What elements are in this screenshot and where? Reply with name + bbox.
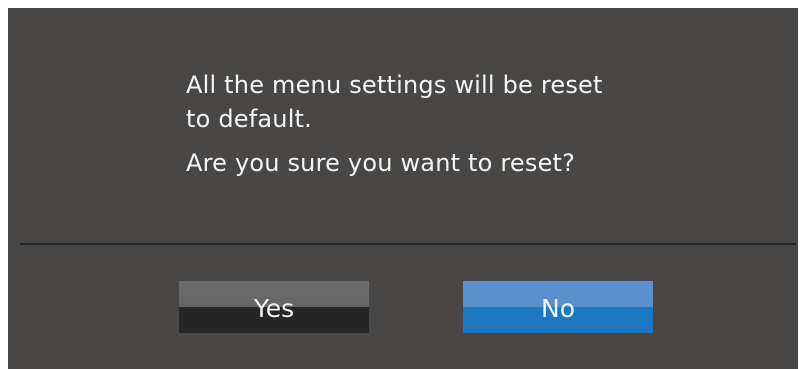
reset-confirm-dialog: All the menu settings will be reset to d… [8, 8, 798, 369]
message-line-2: to default. [186, 105, 312, 133]
yes-button[interactable]: Yes [179, 281, 369, 333]
dialog-message: All the menu settings will be reset to d… [186, 68, 746, 180]
no-button[interactable]: No [463, 281, 653, 333]
yes-button-label: Yes [253, 293, 295, 323]
divider [20, 243, 796, 245]
confirm-question: Are you sure you want to reset? [186, 149, 576, 177]
no-button-label: No [541, 293, 575, 323]
message-line-1: All the menu settings will be reset [186, 71, 603, 99]
